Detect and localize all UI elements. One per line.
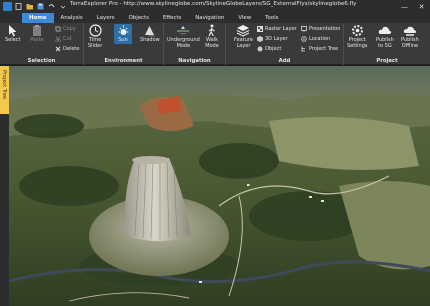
settings-icon bbox=[350, 24, 364, 37]
scissors-icon bbox=[55, 36, 61, 42]
walk-mode-button[interactable]: Walk Mode bbox=[205, 24, 219, 49]
delete-icon bbox=[55, 46, 61, 52]
presentation-button[interactable]: Presentation bbox=[301, 26, 340, 32]
shadow-label: Shadow bbox=[140, 37, 160, 43]
undo-icon[interactable] bbox=[47, 2, 56, 11]
project-group: Project Settings Publish to SG Publish O… bbox=[344, 23, 430, 65]
location-button[interactable]: Location bbox=[301, 36, 330, 42]
new-icon[interactable] bbox=[14, 2, 23, 11]
quick-access-toolbar bbox=[0, 0, 67, 13]
ribbon: Select Paste Copy Cut Delete Selection T… bbox=[0, 23, 430, 65]
presentation-label: Presentation bbox=[309, 26, 341, 32]
side-panel: Project Tree bbox=[0, 66, 9, 306]
tab-layers[interactable]: Layers bbox=[90, 13, 122, 23]
walk-mode-label: Walk Mode bbox=[205, 37, 219, 49]
terrain-render[interactable] bbox=[9, 66, 430, 306]
tab-objects[interactable]: Objects bbox=[122, 13, 156, 23]
navigation-group-label: Navigation bbox=[178, 58, 211, 64]
location-label: Location bbox=[309, 36, 331, 42]
paste-button[interactable]: Paste bbox=[30, 24, 44, 44]
tab-analysis[interactable]: Analysis bbox=[54, 13, 90, 23]
copy-label: Copy bbox=[63, 26, 76, 32]
3d-terrain-view[interactable] bbox=[9, 66, 430, 306]
underground-mode-button[interactable]: Underground Mode bbox=[167, 24, 200, 49]
project-tree-button[interactable]: Project Tree bbox=[301, 46, 338, 52]
object-button[interactable]: Object bbox=[257, 46, 281, 52]
delete-label: Delete bbox=[63, 46, 80, 52]
title-bar: TerraExplorer Pro - http://www.skylinegl… bbox=[0, 0, 430, 13]
underground-mode-label: Underground Mode bbox=[167, 37, 200, 49]
selection-group: Select Paste Copy Cut Delete Selection bbox=[0, 23, 84, 65]
shadow-button[interactable]: Shadow bbox=[140, 24, 160, 44]
feature-layer-button[interactable]: Feature Layer bbox=[234, 24, 253, 49]
location-icon bbox=[301, 36, 307, 42]
offline-icon bbox=[403, 24, 417, 37]
presentation-icon bbox=[301, 26, 307, 32]
underground-icon bbox=[176, 24, 190, 37]
environment-group: Time Slider Sun Shadow Environment bbox=[84, 23, 164, 65]
dropdown-icon[interactable] bbox=[58, 2, 67, 11]
select-button[interactable]: Select bbox=[5, 24, 20, 44]
cube-icon bbox=[257, 36, 263, 42]
time-slider-button[interactable]: Time Slider bbox=[88, 24, 102, 49]
3d-layer-label: 3D Layer bbox=[265, 36, 288, 42]
app-menu-button[interactable] bbox=[3, 2, 12, 11]
object-icon bbox=[257, 46, 263, 52]
shadow-icon bbox=[143, 24, 157, 37]
copy-button[interactable]: Copy bbox=[55, 26, 76, 32]
cursor-icon bbox=[6, 24, 20, 37]
project-settings-button[interactable]: Project Settings bbox=[347, 24, 368, 49]
add-group: Feature Layer Raster Layer 3D Layer Obje… bbox=[226, 23, 344, 65]
clock-icon bbox=[88, 24, 102, 37]
open-icon[interactable] bbox=[25, 2, 34, 11]
time-slider-label: Time Slider bbox=[88, 37, 103, 49]
feature-layer-label: Feature Layer bbox=[234, 37, 253, 49]
layers-icon bbox=[236, 24, 250, 37]
raster-layer-label: Raster Layer bbox=[265, 26, 297, 32]
project-tree-tab[interactable]: Project Tree bbox=[0, 66, 9, 114]
raster-layer-button[interactable]: Raster Layer bbox=[257, 26, 297, 32]
copy-icon bbox=[55, 26, 61, 32]
walk-icon bbox=[205, 24, 219, 37]
sun-label: Sun bbox=[118, 37, 128, 43]
cut-label: Cut bbox=[63, 36, 72, 42]
minimize-button[interactable]: — bbox=[396, 0, 413, 13]
paste-label: Paste bbox=[30, 37, 44, 43]
tab-tools[interactable]: Tools bbox=[258, 13, 285, 23]
tab-effects[interactable]: Effects bbox=[156, 13, 188, 23]
publish-to-sg-button[interactable]: Publish to SG bbox=[376, 24, 394, 49]
ribbon-tabs: Home Analysis Layers Objects Effects Nav… bbox=[0, 13, 430, 23]
tree-icon bbox=[301, 46, 307, 52]
save-icon[interactable] bbox=[36, 2, 45, 11]
app-logo-icon bbox=[3, 2, 12, 11]
tab-navigation[interactable]: Navigation bbox=[188, 13, 231, 23]
select-label: Select bbox=[5, 37, 21, 43]
object-label: Object bbox=[265, 46, 282, 52]
project-group-label: Project bbox=[376, 58, 398, 64]
add-group-label: Add bbox=[278, 58, 291, 64]
cloud-icon bbox=[378, 24, 392, 37]
cut-button[interactable]: Cut bbox=[55, 36, 72, 42]
close-button[interactable]: ✕ bbox=[413, 0, 430, 13]
navigation-group: Underground Mode Walk Mode Navigation bbox=[164, 23, 226, 65]
delete-button[interactable]: Delete bbox=[55, 46, 79, 52]
raster-layer-icon bbox=[257, 26, 263, 32]
project-tree-tab-label: Project Tree bbox=[1, 70, 7, 100]
publish-offline-label: Publish Offline bbox=[401, 37, 419, 49]
publish-offline-button[interactable]: Publish Offline bbox=[401, 24, 419, 49]
clipboard-icon bbox=[30, 24, 44, 37]
sun-button[interactable]: Sun bbox=[114, 24, 132, 44]
sun-icon bbox=[116, 24, 130, 37]
selection-group-label: Selection bbox=[27, 58, 56, 64]
project-tree-label: Project Tree bbox=[309, 46, 339, 52]
project-settings-label: Project Settings bbox=[347, 37, 368, 49]
environment-group-label: Environment bbox=[104, 58, 143, 64]
tab-home[interactable]: Home bbox=[22, 13, 54, 23]
tab-view[interactable]: View bbox=[231, 13, 258, 23]
3d-layer-button[interactable]: 3D Layer bbox=[257, 36, 288, 42]
window-title: TerraExplorer Pro - http://www.skylinegl… bbox=[70, 1, 357, 7]
publish-to-sg-label: Publish to SG bbox=[376, 37, 394, 49]
